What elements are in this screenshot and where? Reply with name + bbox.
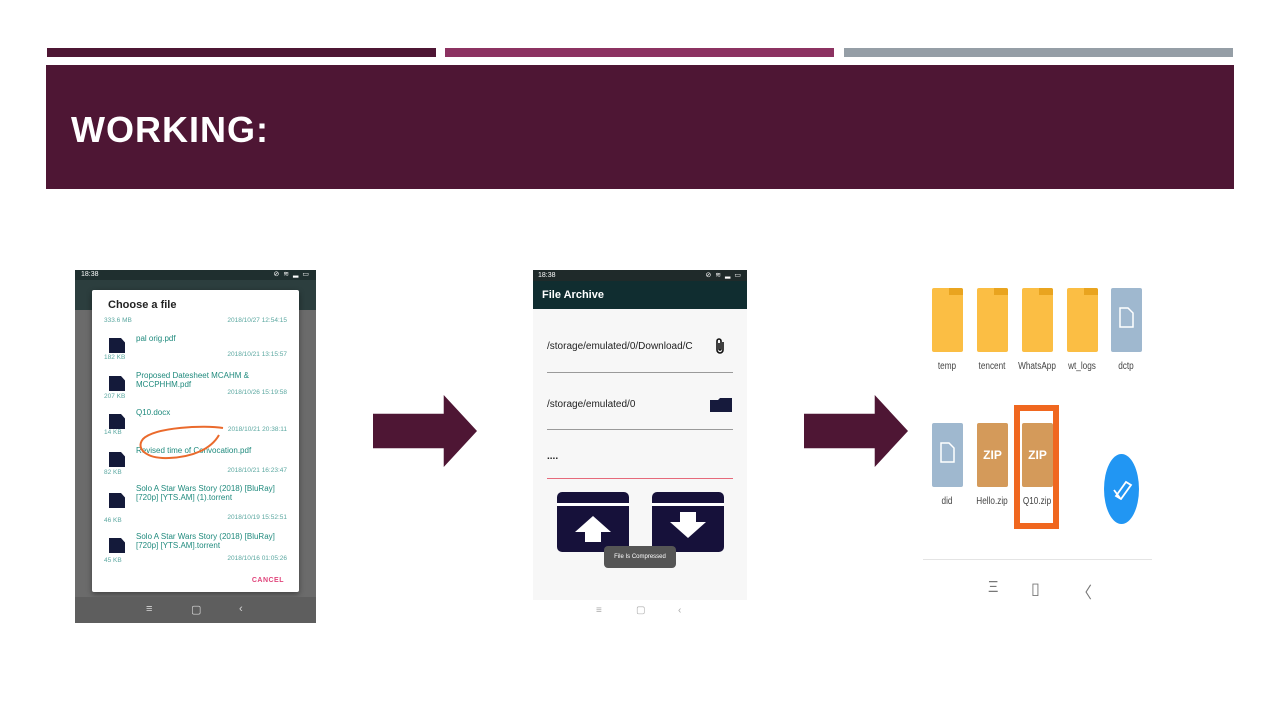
arrow-up-icon xyxy=(575,516,611,542)
back-icon[interactable]: ‹ xyxy=(678,605,681,616)
highlight-box xyxy=(1014,405,1059,529)
file-name: Solo A Star Wars Story (2018) [BluRay] [… xyxy=(136,532,275,550)
document-icon xyxy=(932,423,963,487)
floating-action-button[interactable] xyxy=(1104,454,1139,524)
divider xyxy=(923,559,1152,560)
cancel-button[interactable]: CANCEL xyxy=(252,577,284,584)
file-date: 2018/10/21 16:23:47 xyxy=(227,467,287,474)
file-item-dctp[interactable]: dctp xyxy=(1100,288,1152,378)
file-date: 2018/10/19 15:52:51 xyxy=(227,514,287,521)
folder-icon xyxy=(1022,288,1053,352)
list-item[interactable]: Solo A Star Wars Story (2018) [BluRay] [… xyxy=(92,529,299,564)
home-icon[interactable]: ▢ xyxy=(191,603,201,616)
toast-message: File Is Compressed xyxy=(604,546,676,568)
list-item[interactable]: Proposed Datesheet MCAHM & MCCPHHM.pdf 2… xyxy=(92,366,299,402)
file-icon xyxy=(109,376,125,391)
status-time: 18:38 xyxy=(538,272,556,279)
file-size: 82 KB xyxy=(104,469,122,476)
decor-bar-dark xyxy=(47,48,436,57)
menu-icon[interactable]: ≡ xyxy=(596,605,602,616)
status-bar: 18:38 ⊘ ≋ ▂ ▭ xyxy=(533,270,747,281)
file-name: pal orig.pdf xyxy=(136,334,176,343)
nav-bar: ≡ ▢ ‹ xyxy=(75,597,316,623)
box-lid xyxy=(652,492,724,506)
password-underline xyxy=(547,478,733,479)
file-size: 14 KB xyxy=(104,429,122,436)
nav-bar: ≡ ▢ ‹ xyxy=(533,600,747,624)
file-size: 207 KB xyxy=(104,393,126,400)
extract-button[interactable] xyxy=(652,492,724,552)
home-icon[interactable]: ▯ xyxy=(1031,579,1040,599)
decor-bar-magenta xyxy=(445,48,834,57)
dialog-title: Choose a file xyxy=(108,299,177,311)
status-bar: 18:38 ⊘ ≋ ▂ ▭ xyxy=(75,270,316,280)
list-item[interactable]: 333.6 MB 2018/10/27 12:54:15 xyxy=(92,316,299,326)
file-size: 45 KB xyxy=(104,557,122,564)
home-icon[interactable]: ▢ xyxy=(636,605,645,616)
menu-icon[interactable]: ≡ xyxy=(146,603,152,615)
document-icon xyxy=(1111,288,1142,352)
decor-bar-grey xyxy=(844,48,1233,57)
page-glyph xyxy=(940,442,955,463)
file-name: Solo A Star Wars Story (2018) [BluRay] [… xyxy=(136,484,275,502)
file-name: Proposed Datesheet MCAHM & MCCPHHM.pdf xyxy=(136,371,249,389)
hand-drawn-circle-annotation xyxy=(139,425,224,460)
arrow-right-icon xyxy=(373,395,477,467)
folder-icon xyxy=(1067,288,1098,352)
menu-icon[interactable]: Ξ xyxy=(988,579,998,597)
title-band: WORKING: xyxy=(46,65,1234,189)
password-field[interactable]: .... xyxy=(547,451,733,462)
file-icon xyxy=(109,493,125,508)
file-date: 2018/10/21 20:38:11 xyxy=(227,426,287,433)
file-size: 333.6 MB xyxy=(104,317,132,324)
file-date: 2018/10/21 13:15:57 xyxy=(227,351,287,358)
file-name: Q10.docx xyxy=(136,408,171,417)
folder-icon[interactable] xyxy=(710,398,732,412)
back-icon[interactable]: 〈 xyxy=(1076,579,1092,603)
arrow-down-icon xyxy=(670,512,706,538)
source-path-field[interactable]: /storage/emulated/0/Download/C xyxy=(547,341,707,352)
file-date: 2018/10/27 12:54:15 xyxy=(227,317,287,324)
folder-icon xyxy=(977,288,1008,352)
file-icon xyxy=(109,452,125,467)
divider xyxy=(547,429,733,430)
app-bar: File Archive xyxy=(533,281,747,309)
file-date: 2018/10/16 01:05:26 xyxy=(227,555,287,562)
file-icon xyxy=(109,414,125,429)
slide-title: WORKING: xyxy=(71,109,269,150)
app-title: File Archive xyxy=(542,289,604,301)
item-label: dctp xyxy=(1118,361,1134,372)
choose-file-dialog: Choose a file 333.6 MB 2018/10/27 12:54:… xyxy=(92,290,299,592)
status-time: 18:38 xyxy=(81,271,99,278)
broom-icon xyxy=(1113,480,1133,500)
list-item[interactable]: Solo A Star Wars Story (2018) [BluRay] [… xyxy=(92,481,299,527)
file-size: 46 KB xyxy=(104,517,122,524)
screenshot-file-archive: 18:38 ⊘ ≋ ▂ ▭ File Archive /storage/emul… xyxy=(533,270,747,624)
paperclip-icon[interactable] xyxy=(714,337,726,355)
dest-path-field[interactable]: /storage/emulated/0 xyxy=(547,399,733,410)
box-lid xyxy=(557,492,629,506)
compress-button[interactable] xyxy=(557,492,629,552)
file-icon xyxy=(109,538,125,553)
file-size: 182 KB xyxy=(104,354,126,361)
status-icons: ⊘ ≋ ▂ ▭ xyxy=(705,272,742,279)
folder-icon xyxy=(932,288,963,352)
zip-icon: ZIP xyxy=(977,423,1008,487)
screenshot-file-chooser: 18:38 ⊘ ≋ ▂ ▭ Choose a file 333.6 MB 201… xyxy=(75,270,316,623)
back-icon[interactable]: ‹ xyxy=(239,603,243,615)
file-date: 2018/10/26 15:19:58 xyxy=(227,389,287,396)
arrow-right-icon xyxy=(804,395,908,467)
divider xyxy=(547,372,733,373)
file-icon xyxy=(109,338,125,353)
list-item[interactable]: pal orig.pdf 182 KB 2018/10/21 13:15:57 xyxy=(92,328,299,362)
status-icons: ⊘ ≋ ▂ ▭ xyxy=(273,271,310,278)
page-glyph xyxy=(1119,307,1134,328)
